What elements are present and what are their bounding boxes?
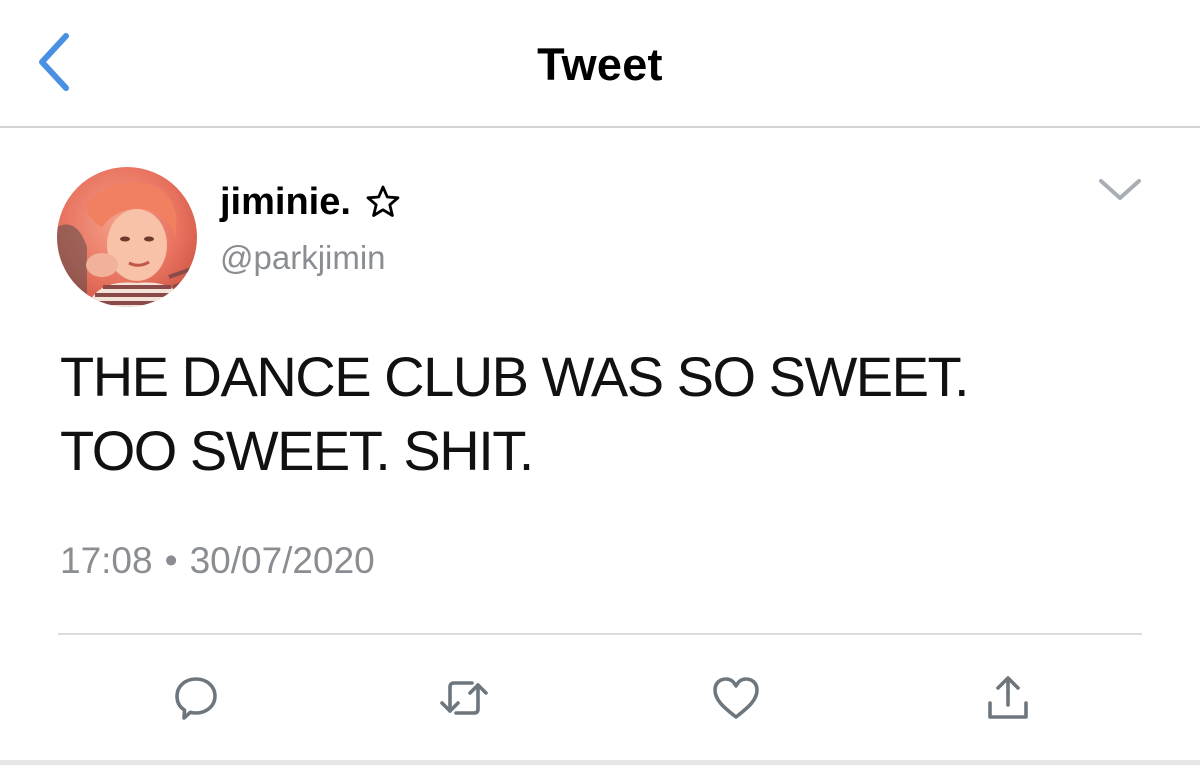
author-display-name-row[interactable]: jiminie. — [220, 178, 401, 226]
tweet-text: THE DANCE CLUB WAS SO SWEET. TOO SWEET. … — [60, 345, 970, 482]
chevron-down-icon — [1097, 176, 1143, 209]
top-nav-bar: Tweet — [0, 0, 1200, 128]
like-button[interactable] — [704, 668, 768, 728]
user-handle[interactable]: @parkjimin — [220, 236, 386, 280]
reply-bubble-icon — [171, 673, 221, 723]
divider — [58, 633, 1142, 635]
tweet-time: 17:08 — [60, 540, 153, 581]
share-icon — [984, 673, 1032, 723]
tweet-timestamp: 17:08 • 30/07/2020 — [60, 537, 375, 585]
display-name[interactable]: jiminie. — [220, 178, 351, 226]
share-button[interactable] — [976, 668, 1040, 728]
tweet-date: 30/07/2020 — [189, 540, 375, 581]
reply-button[interactable] — [164, 668, 228, 728]
star-outline-icon — [365, 184, 401, 220]
page-title: Tweet — [537, 39, 663, 90]
retweet-button[interactable] — [432, 668, 496, 728]
more-options-button[interactable] — [1092, 168, 1148, 216]
bottom-divider — [0, 760, 1200, 765]
retweet-icon — [436, 673, 492, 723]
timestamp-separator: • — [164, 540, 178, 581]
heart-icon — [710, 674, 762, 722]
avatar[interactable] — [57, 167, 197, 307]
